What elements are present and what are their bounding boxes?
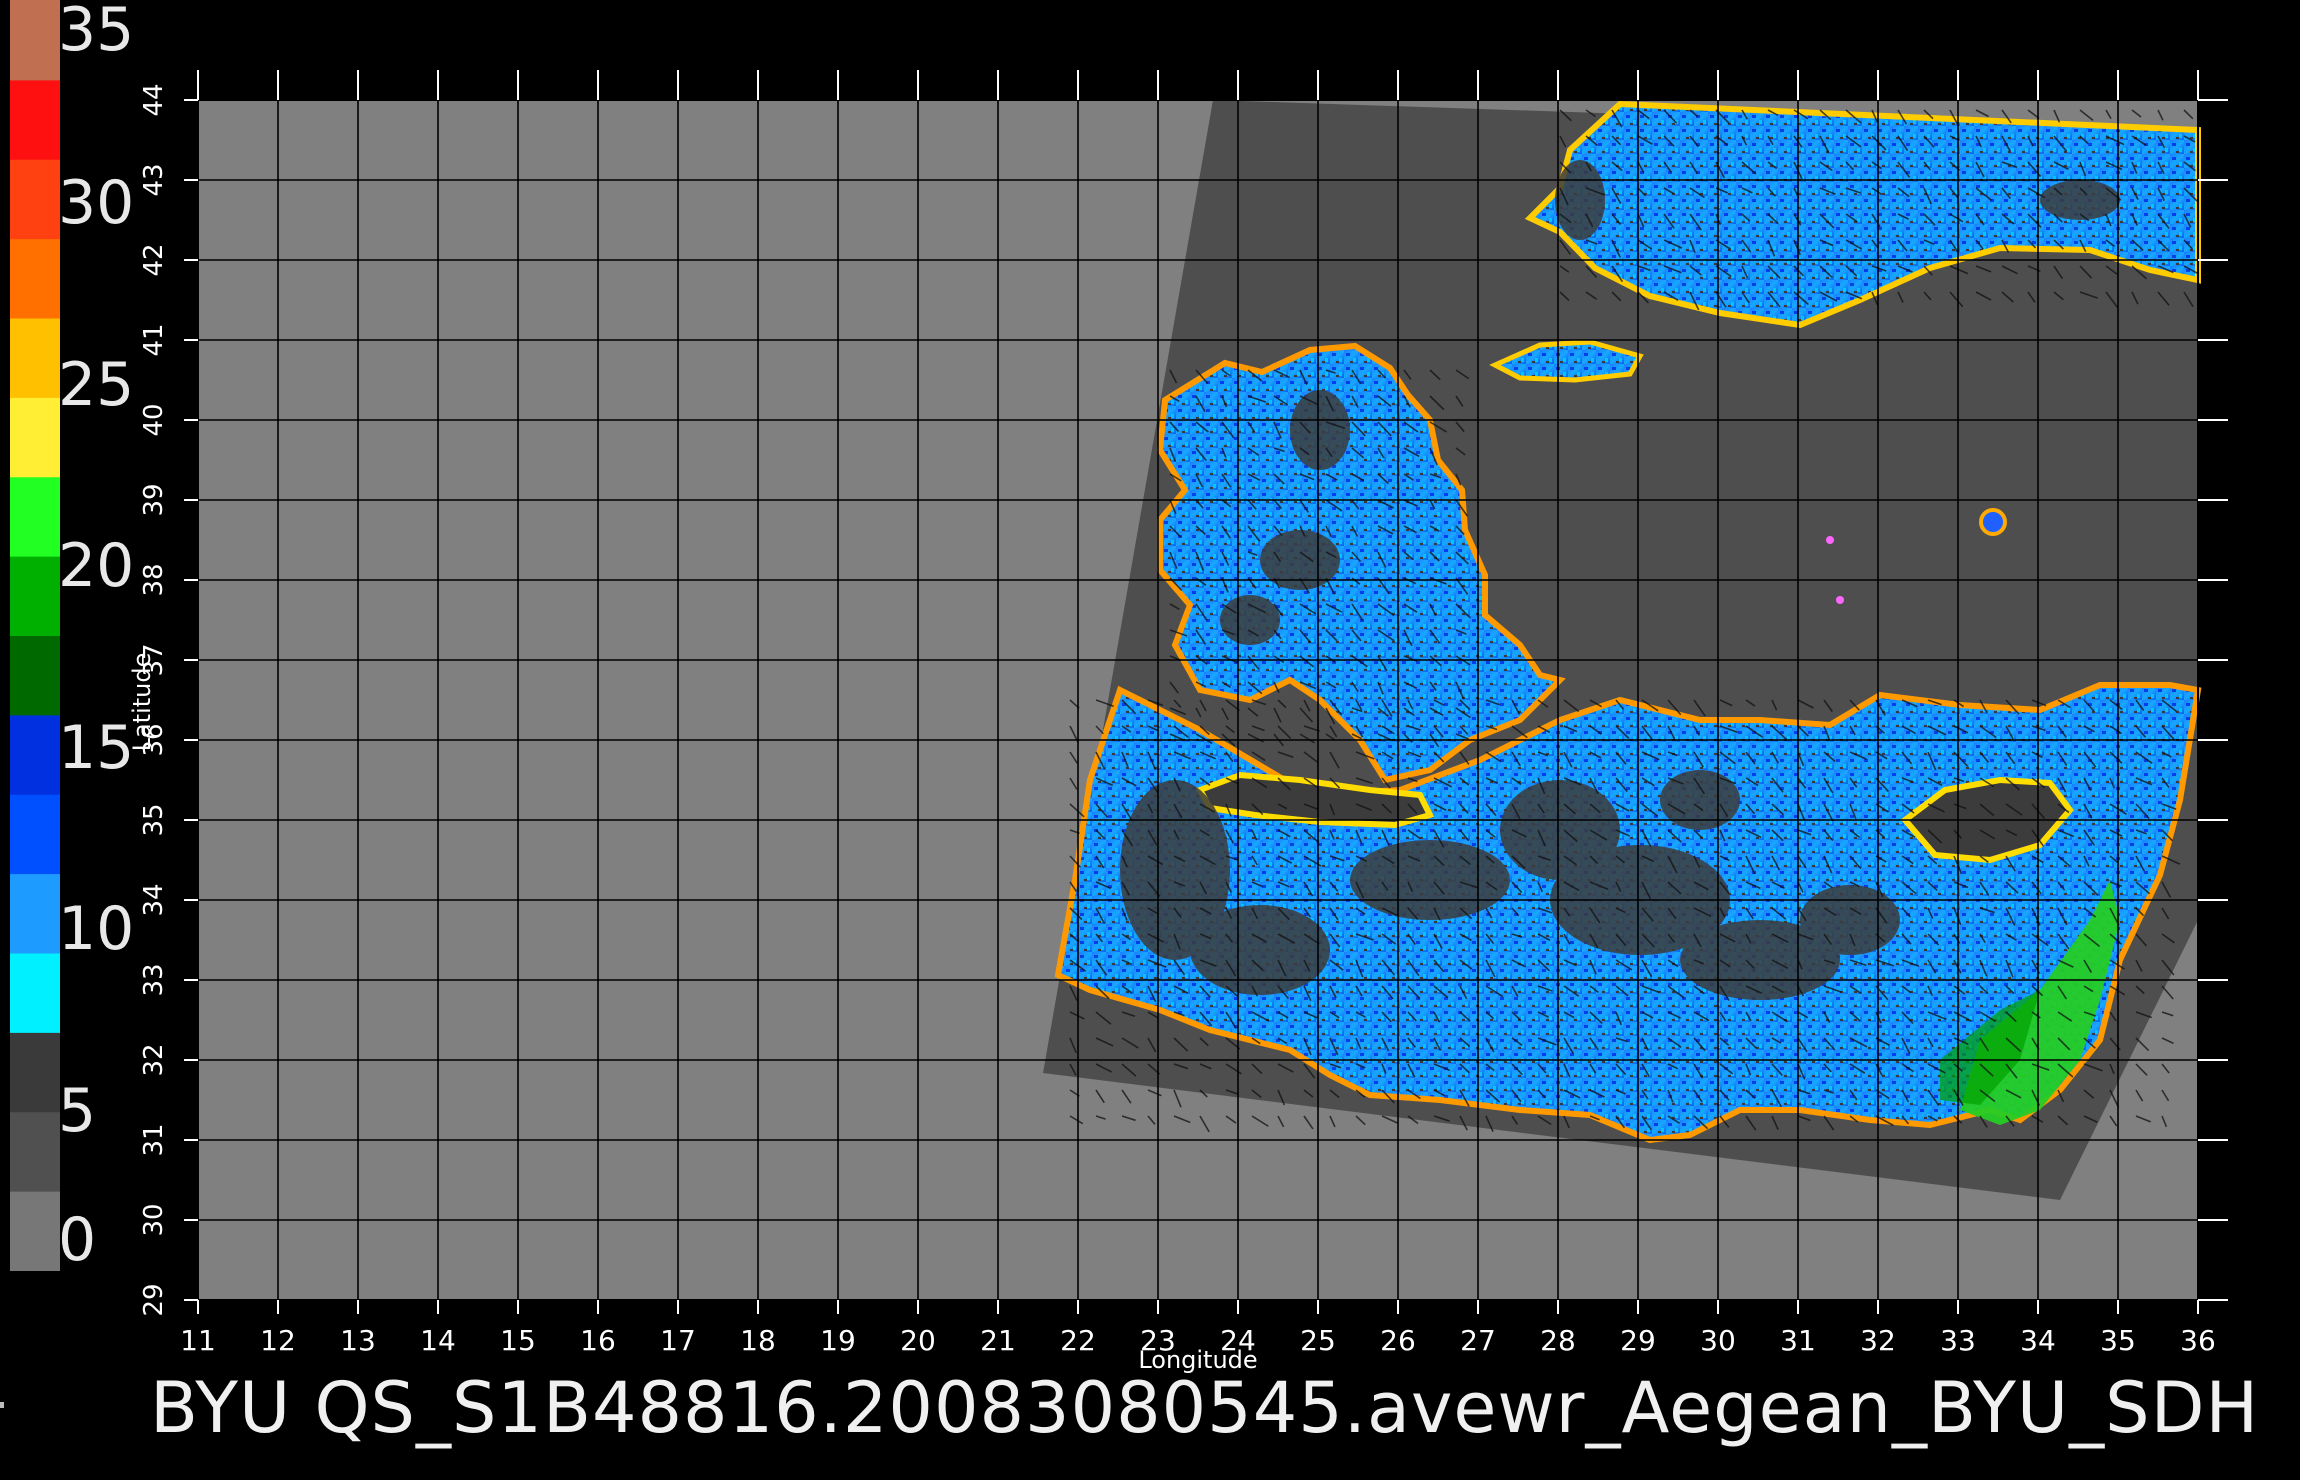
- y-tick-label: 43: [139, 163, 169, 196]
- y-tick-label: 39: [139, 483, 169, 516]
- colorbar-tick-label: 20: [58, 531, 135, 602]
- y-tick-label: 33: [139, 963, 169, 996]
- colorbar-tick-label: 25: [58, 349, 135, 420]
- colorbar-segment: [10, 714, 60, 795]
- x-tick-label: 20: [900, 1324, 936, 1357]
- colorbar-tick-label: 0: [58, 1205, 97, 1275]
- x-tick-label: 30: [1700, 1324, 1736, 1357]
- colorbar-segment: [10, 635, 60, 716]
- lake-feature: [1979, 508, 2007, 536]
- x-tick-label: 12: [260, 1324, 296, 1357]
- colorbar-segment: [10, 793, 60, 875]
- colorbar-tick-label: 5: [58, 1075, 97, 1146]
- image-caption: BYU QS_S1B48816.20083080545.avewr_Aegean…: [150, 1367, 2260, 1449]
- y-tick-label: 44: [139, 83, 169, 116]
- y-tick-label: 34: [139, 883, 169, 916]
- colorbar-segment: [10, 476, 60, 557]
- y-tick-label: 29: [139, 1283, 169, 1316]
- colorbar-segment: [10, 317, 60, 398]
- x-tick-label: 14: [420, 1324, 456, 1357]
- x-tick-label: 34: [2020, 1324, 2056, 1357]
- y-tick-label: 38: [139, 563, 169, 596]
- y-tick-label: 32: [139, 1043, 169, 1076]
- x-tick-label: 22: [1060, 1324, 1096, 1357]
- y-tick-label: 41: [139, 323, 169, 356]
- colorbar-tick-label: 10: [58, 894, 135, 965]
- colorbar-segment: [10, 555, 60, 636]
- x-tick-label: 36: [2180, 1324, 2216, 1357]
- x-tick-label: 31: [1780, 1324, 1816, 1357]
- x-tick-label: 27: [1460, 1324, 1496, 1357]
- y-tick-label: 35: [139, 803, 169, 836]
- colorbar-segment: [10, 396, 60, 478]
- y-tick-label: 40: [139, 403, 169, 436]
- y-tick-label: 42: [139, 243, 169, 276]
- colorbar-tick-label: 30: [58, 168, 135, 239]
- x-tick-label: 29: [1620, 1324, 1656, 1357]
- x-tick-label: 13: [340, 1324, 376, 1357]
- x-tick-label: 15: [500, 1324, 536, 1357]
- colorbar-segment: [10, 0, 60, 81]
- colorbar-segment: [10, 1190, 60, 1271]
- colorbar-tick-label: 35: [58, 0, 135, 65]
- colorbar: [10, 0, 60, 1271]
- footer-marker: [0, 1402, 4, 1408]
- colorbar-segment: [10, 158, 60, 240]
- x-tick-label: 33: [1940, 1324, 1976, 1357]
- x-tick-label: 25: [1300, 1324, 1336, 1357]
- x-tick-label: 17: [660, 1324, 696, 1357]
- y-tick-label: 30: [139, 1203, 169, 1236]
- lake-feature: [1836, 596, 1844, 604]
- x-tick-label: 18: [740, 1324, 776, 1357]
- x-tick-label: 28: [1540, 1324, 1576, 1357]
- colorbar-segment: [10, 79, 60, 160]
- lake-feature: [1826, 536, 1834, 544]
- colorbar-segment: [10, 873, 60, 954]
- x-tick-label: 16: [580, 1324, 616, 1357]
- x-tick-label: 35: [2100, 1324, 2136, 1357]
- x-tick-label: 19: [820, 1324, 856, 1357]
- x-tick-label: 32: [1860, 1324, 1896, 1357]
- colorbar-segment: [10, 952, 60, 1033]
- colorbar-tick-label: 15: [58, 712, 135, 783]
- wind-speed-map-figure: 11 12 13 14 15 16 17 18 19 20 21 22 23 24 25 26 27 28 29 30…: [10, 0, 2228, 1374]
- x-tick-label: 26: [1380, 1324, 1416, 1357]
- colorbar-segment: [10, 238, 60, 319]
- x-tick-label: 11: [180, 1324, 216, 1357]
- x-tick-label: 21: [980, 1324, 1016, 1357]
- map-plot-area: 11 12 13 14 15 16 17 18 19 20 21 22 23 24 25 26 27 28 29 30…: [139, 70, 2228, 1357]
- colorbar-segment: [10, 1111, 60, 1192]
- colorbar-segment: [10, 1031, 60, 1113]
- y-tick-label: 31: [139, 1123, 169, 1156]
